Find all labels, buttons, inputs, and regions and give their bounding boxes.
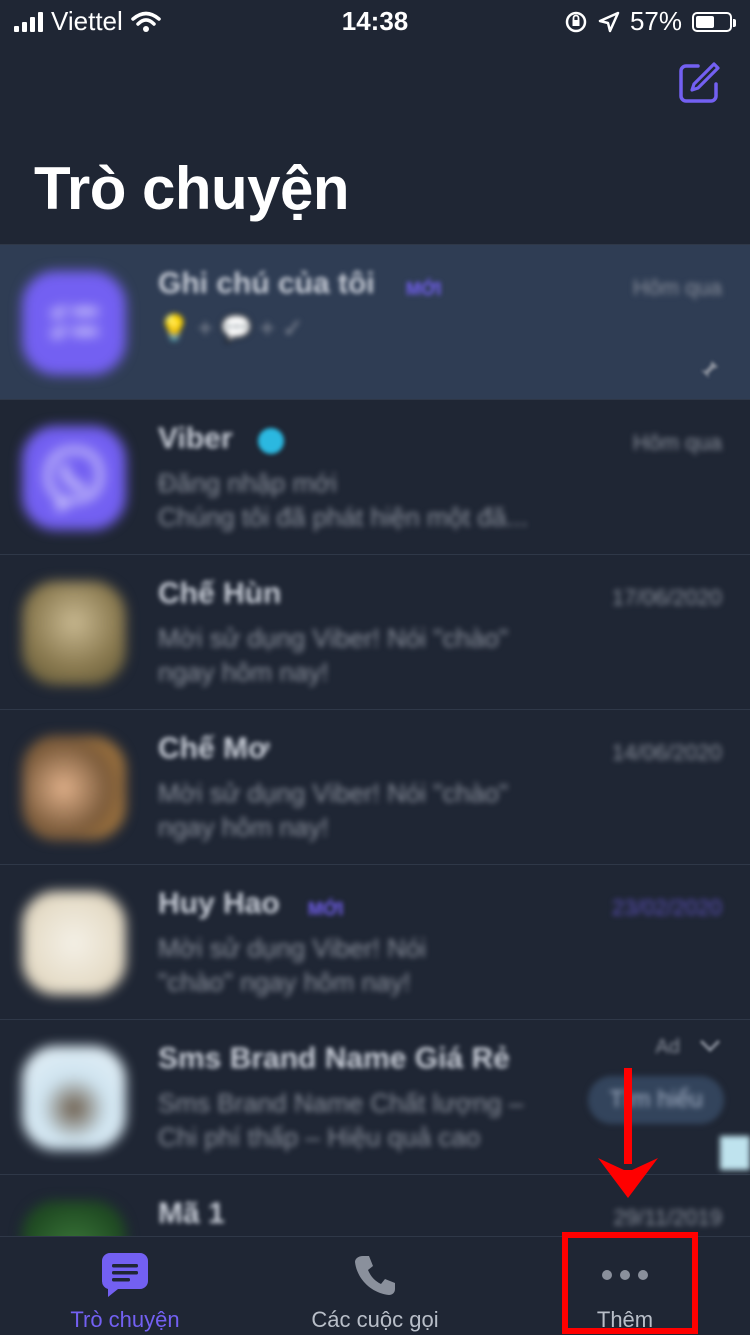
verified-badge-icon <box>258 428 284 454</box>
chat-row-che-hun[interactable]: Chế Hùn 17/06/2020 Mời sử dụng Viber! Nó… <box>0 554 750 709</box>
new-badge: MỚI <box>406 279 442 299</box>
avatar <box>22 271 126 375</box>
checklist-icon <box>50 305 98 339</box>
location-icon <box>598 11 620 32</box>
side-edge-strip <box>720 1136 750 1170</box>
tab-chats-icon-wrap <box>0 1251 250 1299</box>
chat-time: 29/11/2019 <box>613 1205 722 1230</box>
battery-icon <box>692 11 736 32</box>
avatar <box>22 891 126 995</box>
chat-time: 23/02/2020 <box>611 895 722 920</box>
compose-icon[interactable] <box>676 60 722 106</box>
tab-calls[interactable]: Các cuộc gọi <box>250 1237 500 1335</box>
viber-logo-icon <box>45 447 103 513</box>
chat-preview: Mời sử dụng Viber! Nói "chào" ngay hôm n… <box>158 933 427 997</box>
ad-label: Ad <box>655 1036 680 1058</box>
status-bar: Viettel 14:38 57% <box>0 0 750 40</box>
annotation-highlight-box <box>562 1232 698 1334</box>
chat-row-che-mo[interactable]: Chế Mơ 14/06/2020 Mời sử dụng Viber! Nói… <box>0 709 750 864</box>
chat-preview: Mời sử dụng Viber! Nói "chào" ngay hôm n… <box>158 623 509 687</box>
status-right: 57% <box>564 6 736 37</box>
chat-name: Sms Brand Name Giá Rẻ <box>158 1042 510 1075</box>
avatar <box>22 1046 126 1150</box>
annotation-arrow-icon <box>598 1068 658 1198</box>
tab-chats-label: Trò chuyện <box>70 1307 180 1332</box>
chat-name: Chế Mơ <box>158 732 270 765</box>
chat-name: Huy Hao <box>158 887 280 920</box>
chat-name: Mã 1 <box>158 1197 225 1230</box>
chat-preview: Mời sử dụng Viber! Nói "chào" ngay hôm n… <box>158 778 509 842</box>
avatar <box>22 1201 126 1236</box>
chat-row-viber[interactable]: Viber Hôm qua Đăng nhập mới Chúng tôi đã… <box>0 399 750 554</box>
battery-percent: 57% <box>629 6 682 36</box>
chat-preview: 💡 + 💬 + ✓ <box>158 313 304 343</box>
chat-time: 14/06/2020 <box>611 740 722 765</box>
pin-icon <box>701 361 718 378</box>
battery-level <box>696 15 714 28</box>
avatar <box>22 581 126 685</box>
chat-bubble-icon <box>101 1253 148 1297</box>
tab-chats[interactable]: Trò chuyện <box>0 1237 250 1335</box>
chat-time: 17/06/2020 <box>611 585 722 610</box>
chat-time: Hôm qua <box>632 430 722 455</box>
tab-calls-label: Các cuộc gọi <box>311 1307 439 1332</box>
chat-time: Hôm qua <box>632 275 722 300</box>
chat-name: Chế Hùn <box>158 577 282 610</box>
new-badge: MỚI <box>308 899 344 919</box>
chat-row-huy-hao[interactable]: Huy Hao MỚI 23/02/2020 Mời sử dụng Viber… <box>0 864 750 1019</box>
avatar <box>22 426 126 530</box>
avatar <box>22 736 126 840</box>
phone-icon <box>355 1256 395 1295</box>
chevron-down-icon[interactable] <box>698 1038 722 1054</box>
chat-preview: Sms Brand Name Chất lượng – Chi phí thấp… <box>158 1088 524 1152</box>
page-title: Trò chuyện <box>34 155 350 222</box>
chat-name: Viber <box>158 422 233 455</box>
rotation-lock-icon <box>565 11 587 32</box>
chat-row-notes[interactable]: Ghi chú của tôi MỚI Hôm qua 💡 + 💬 + ✓ <box>0 244 750 399</box>
tab-calls-icon-wrap <box>250 1251 500 1299</box>
chat-preview: Đăng nhập mới Chúng tôi đã phát hiện một… <box>158 468 529 532</box>
chat-name: Ghi chú của tôi <box>158 267 375 300</box>
